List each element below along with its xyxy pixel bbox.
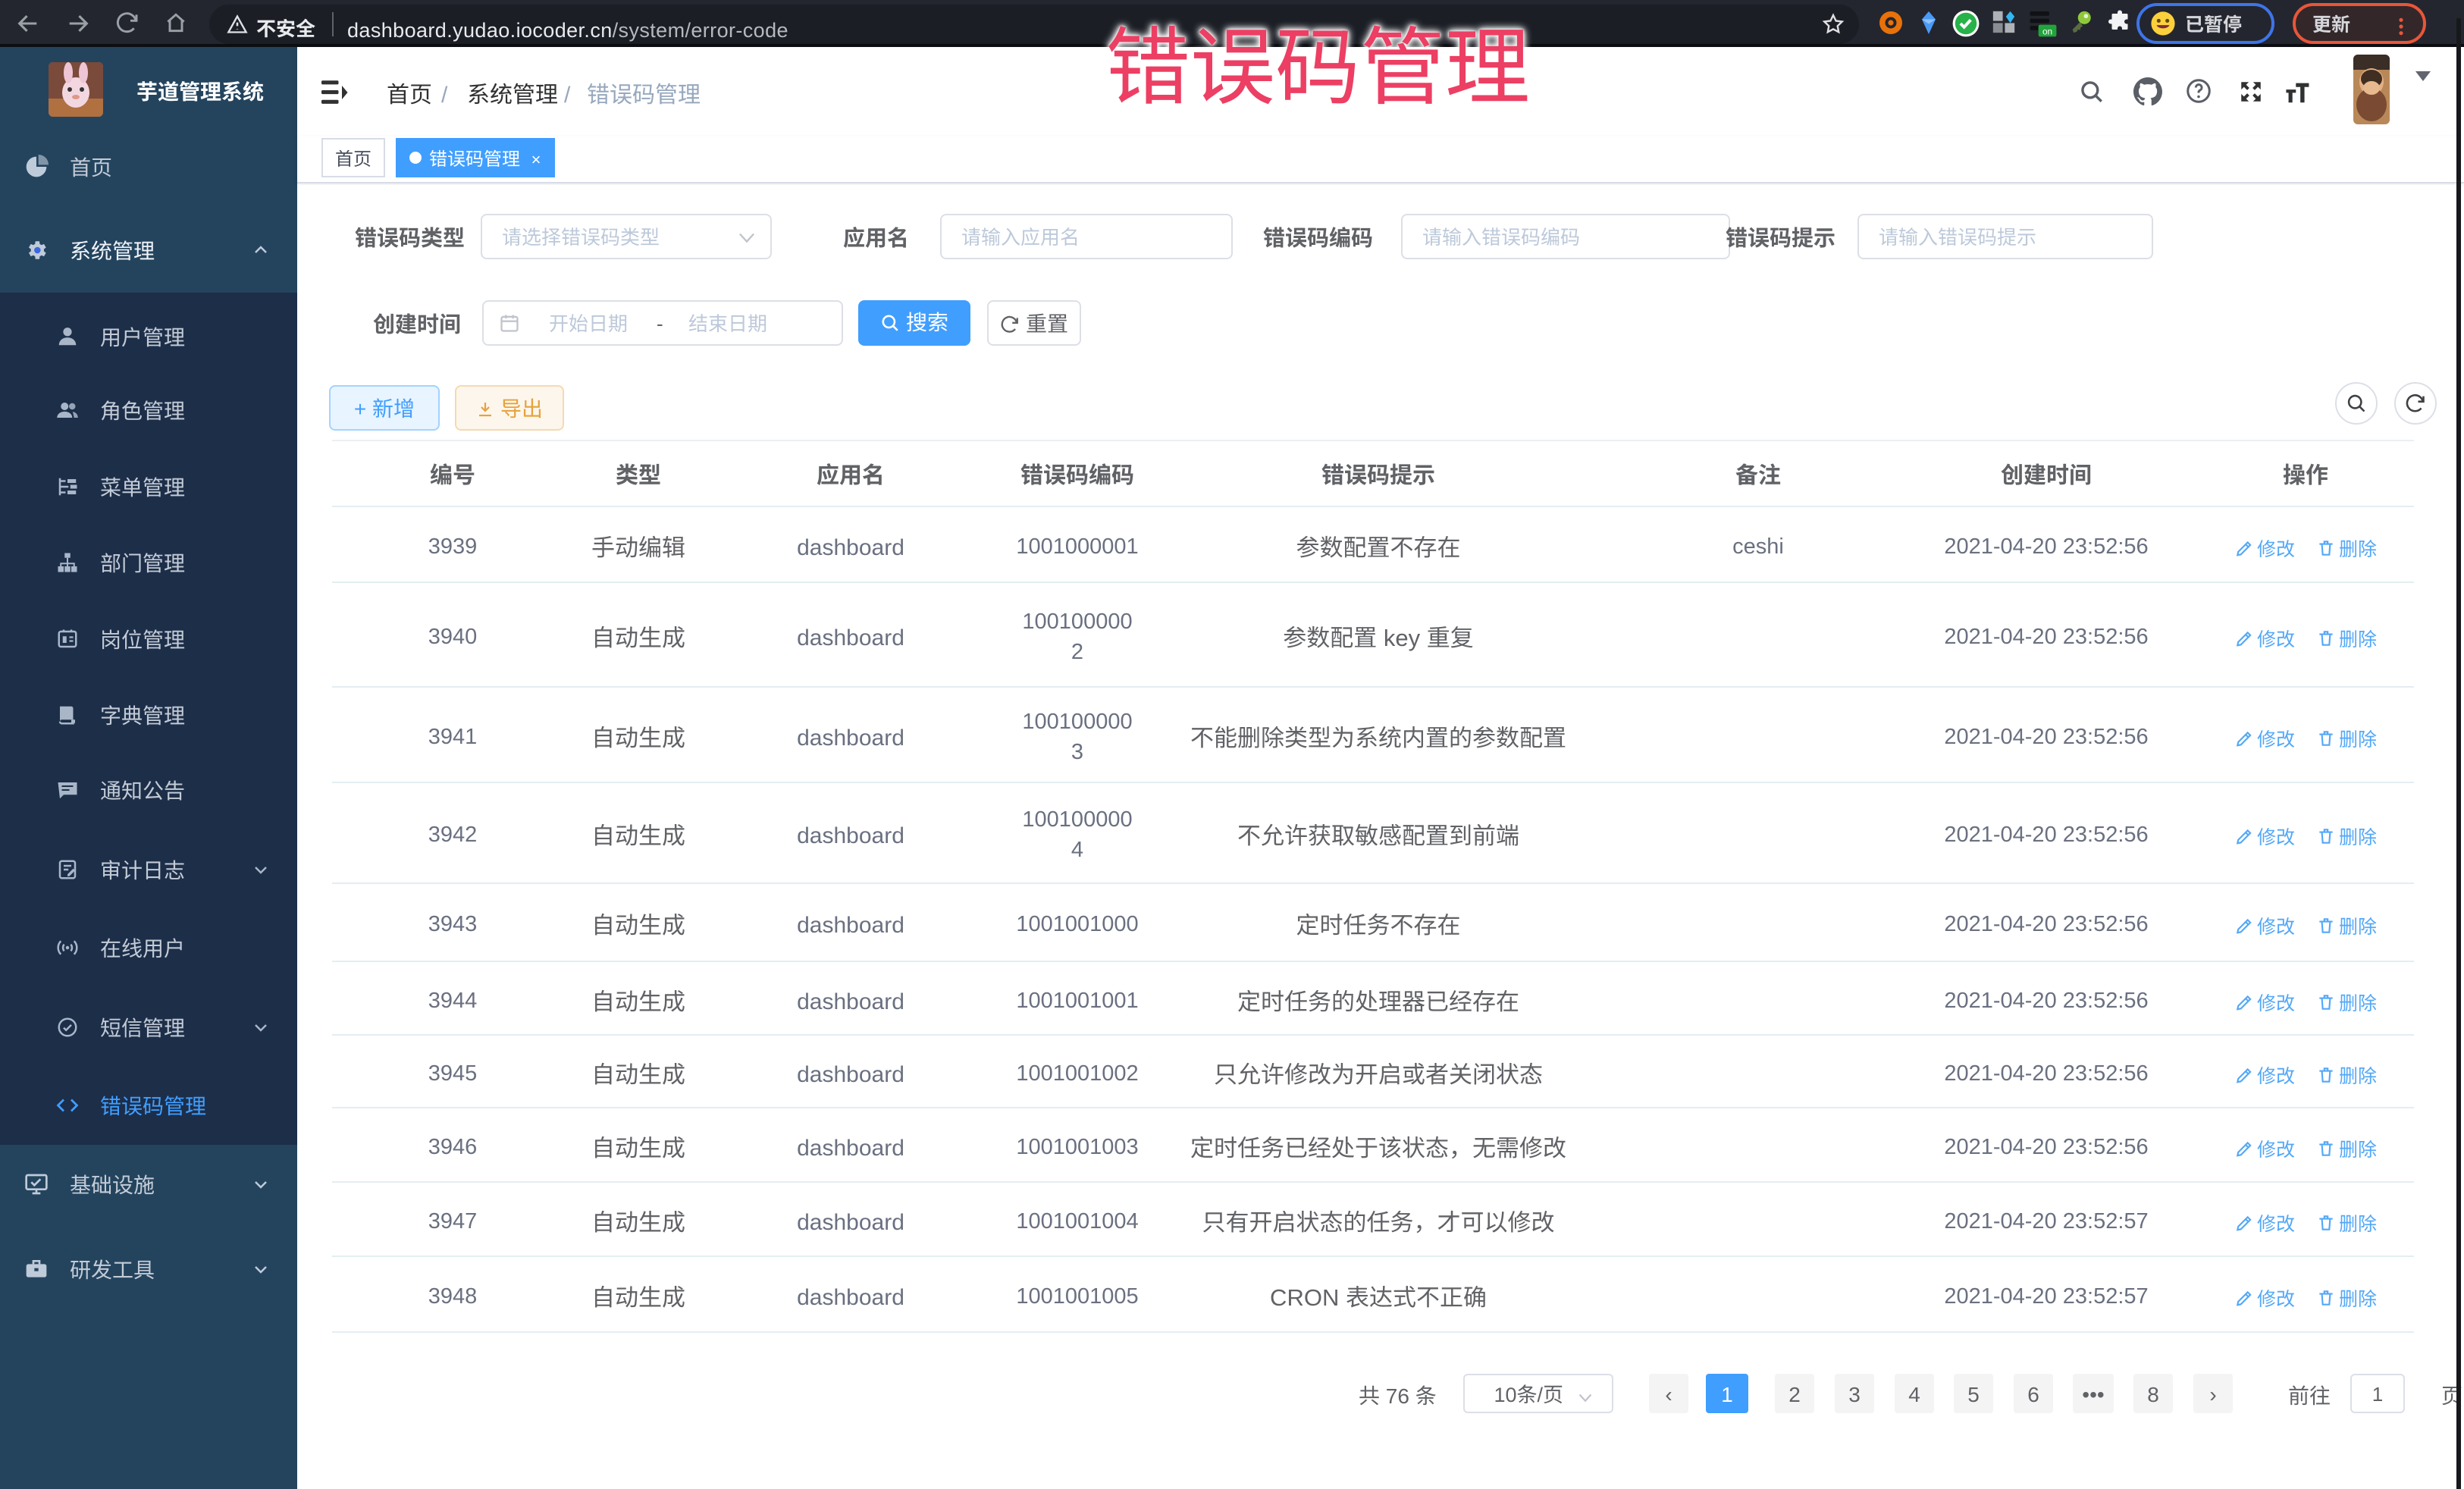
svg-text:on: on xyxy=(2042,26,2052,36)
